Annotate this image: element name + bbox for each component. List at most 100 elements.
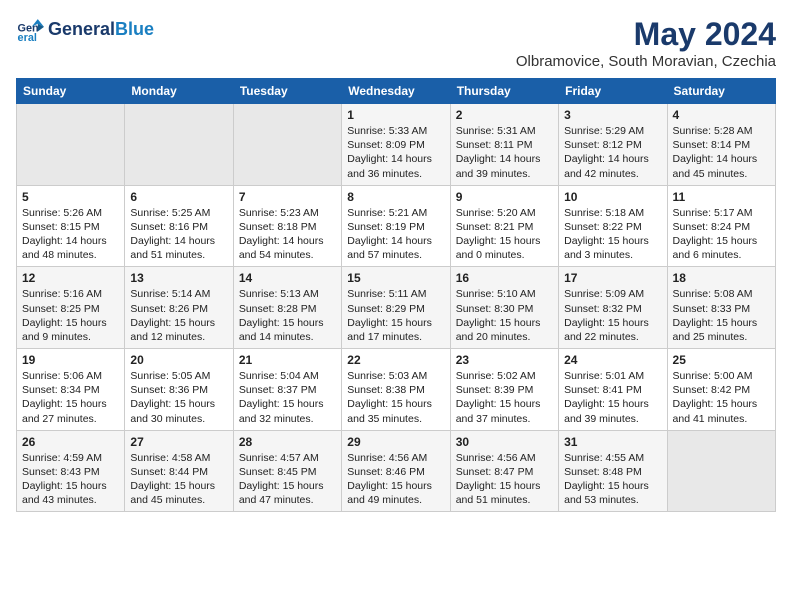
day-cell: 9Sunrise: 5:20 AMSunset: 8:21 PMDaylight… — [450, 185, 558, 267]
day-cell: 22 Sunrise: 5:03 AMSunset: 8:38 PMDayligh… — [342, 349, 450, 431]
week-row-5: 26 Sunrise: 4:59 AMSunset: 8:43 PMDayligh… — [17, 430, 776, 512]
day-info: Sunrise: 4:55 AMSunset: 8:48 PMDaylight:… — [564, 451, 661, 508]
day-info: Sunrise: 5:05 AMSunset: 8:36 PMDaylight:… — [130, 369, 227, 426]
day-number: 28 — [239, 435, 336, 449]
day-cell: 15Sunrise: 5:11 AMSunset: 8:29 PMDayligh… — [342, 267, 450, 349]
title-block: May 2024 Olbramovice, South Moravian, Cz… — [516, 16, 776, 70]
day-number: 29 — [347, 435, 444, 449]
day-number: 5 — [22, 190, 119, 204]
header-saturday: Saturday — [667, 79, 775, 104]
day-cell: 2Sunrise: 5:31 AMSunset: 8:11 PMDaylight… — [450, 104, 558, 186]
day-cell: 29 Sunrise: 4:56 AMSunset: 8:46 PMDayligh… — [342, 430, 450, 512]
day-number: 2 — [456, 108, 553, 122]
location: Olbramovice, South Moravian, Czechia — [516, 53, 776, 70]
day-number: 15 — [347, 271, 444, 285]
day-info: Sunrise: 4:57 AMSunset: 8:45 PMDaylight:… — [239, 451, 336, 508]
day-info: Sunrise: 5:23 AMSunset: 8:18 PMDaylight:… — [239, 206, 336, 263]
day-info: Sunrise: 4:58 AMSunset: 8:44 PMDaylight:… — [130, 451, 227, 508]
day-number: 9 — [456, 190, 553, 204]
day-cell: 19 Sunrise: 5:06 AMSunset: 8:34 PMDayligh… — [17, 349, 125, 431]
day-cell: 16Sunrise: 5:10 AMSunset: 8:30 PMDayligh… — [450, 267, 558, 349]
day-cell: 31 Sunrise: 4:55 AMSunset: 8:48 PMDayligh… — [559, 430, 667, 512]
day-info: Sunrise: 5:26 AMSunset: 8:15 PMDaylight:… — [22, 206, 119, 263]
calendar-table: SundayMondayTuesdayWednesdayThursdayFrid… — [16, 78, 776, 512]
day-number: 17 — [564, 271, 661, 285]
day-cell: 3 Sunrise: 5:29 AMSunset: 8:12 PMDaylight… — [559, 104, 667, 186]
day-info: Sunrise: 5:14 AMSunset: 8:26 PMDaylight:… — [130, 287, 227, 344]
days-header-row: SundayMondayTuesdayWednesdayThursdayFrid… — [17, 79, 776, 104]
day-number: 22 — [347, 353, 444, 367]
day-info: Sunrise: 5:25 AMSunset: 8:16 PMDaylight:… — [130, 206, 227, 263]
day-number: 18 — [673, 271, 770, 285]
day-cell: 6 Sunrise: 5:25 AMSunset: 8:16 PMDaylight… — [125, 185, 233, 267]
header-monday: Monday — [125, 79, 233, 104]
day-cell: 4 Sunrise: 5:28 AMSunset: 8:14 PMDaylight… — [667, 104, 775, 186]
day-info: Sunrise: 5:09 AMSunset: 8:32 PMDaylight:… — [564, 287, 661, 344]
day-cell: 8Sunrise: 5:21 AMSunset: 8:19 PMDaylight… — [342, 185, 450, 267]
day-cell — [17, 104, 125, 186]
day-number: 7 — [239, 190, 336, 204]
day-cell: 5 Sunrise: 5:26 AMSunset: 8:15 PMDaylight… — [17, 185, 125, 267]
day-cell: 30 Sunrise: 4:56 AMSunset: 8:47 PMDayligh… — [450, 430, 558, 512]
day-cell: 14Sunrise: 5:13 AMSunset: 8:28 PMDayligh… — [233, 267, 341, 349]
header-friday: Friday — [559, 79, 667, 104]
day-info: Sunrise: 5:18 AMSunset: 8:22 PMDaylight:… — [564, 206, 661, 263]
day-info: Sunrise: 5:17 AMSunset: 8:24 PMDaylight:… — [673, 206, 770, 263]
day-info: Sunrise: 5:04 AMSunset: 8:37 PMDaylight:… — [239, 369, 336, 426]
logo: Gen eral GeneralBlue — [16, 16, 154, 44]
day-cell: 17 Sunrise: 5:09 AMSunset: 8:32 PMDayligh… — [559, 267, 667, 349]
day-cell: 25 Sunrise: 5:00 AMSunset: 8:42 PMDayligh… — [667, 349, 775, 431]
day-number: 14 — [239, 271, 336, 285]
day-info: Sunrise: 4:56 AMSunset: 8:47 PMDaylight:… — [456, 451, 553, 508]
day-cell: 7 Sunrise: 5:23 AMSunset: 8:18 PMDaylight… — [233, 185, 341, 267]
day-info: Sunrise: 5:33 AMSunset: 8:09 PMDaylight:… — [347, 124, 444, 181]
day-cell: 12Sunrise: 5:16 AMSunset: 8:25 PMDayligh… — [17, 267, 125, 349]
day-cell: 21 Sunrise: 5:04 AMSunset: 8:37 PMDayligh… — [233, 349, 341, 431]
day-number: 26 — [22, 435, 119, 449]
day-number: 4 — [673, 108, 770, 122]
day-number: 6 — [130, 190, 227, 204]
page-header: Gen eral GeneralBlue May 2024 Olbramovic… — [16, 16, 776, 70]
week-row-1: 1 Sunrise: 5:33 AMSunset: 8:09 PMDaylight… — [17, 104, 776, 186]
logo-text-line1: GeneralBlue — [48, 20, 154, 40]
day-number: 31 — [564, 435, 661, 449]
week-row-4: 19 Sunrise: 5:06 AMSunset: 8:34 PMDayligh… — [17, 349, 776, 431]
day-cell: 27 Sunrise: 4:58 AMSunset: 8:44 PMDayligh… — [125, 430, 233, 512]
header-thursday: Thursday — [450, 79, 558, 104]
day-info: Sunrise: 5:16 AMSunset: 8:25 PMDaylight:… — [22, 287, 119, 344]
day-info: Sunrise: 5:03 AMSunset: 8:38 PMDaylight:… — [347, 369, 444, 426]
day-number: 30 — [456, 435, 553, 449]
day-cell — [125, 104, 233, 186]
day-number: 27 — [130, 435, 227, 449]
day-number: 13 — [130, 271, 227, 285]
day-number: 20 — [130, 353, 227, 367]
day-number: 19 — [22, 353, 119, 367]
logo-blue-text: Blue — [115, 19, 154, 39]
header-sunday: Sunday — [17, 79, 125, 104]
day-cell — [233, 104, 341, 186]
day-number: 25 — [673, 353, 770, 367]
day-number: 10 — [564, 190, 661, 204]
month-year: May 2024 — [516, 16, 776, 53]
day-info: Sunrise: 4:56 AMSunset: 8:46 PMDaylight:… — [347, 451, 444, 508]
day-info: Sunrise: 5:06 AMSunset: 8:34 PMDaylight:… — [22, 369, 119, 426]
day-number: 21 — [239, 353, 336, 367]
day-cell: 28 Sunrise: 4:57 AMSunset: 8:45 PMDayligh… — [233, 430, 341, 512]
day-cell: 23Sunrise: 5:02 AMSunset: 8:39 PMDayligh… — [450, 349, 558, 431]
day-info: Sunrise: 5:00 AMSunset: 8:42 PMDaylight:… — [673, 369, 770, 426]
svg-text:eral: eral — [18, 32, 37, 44]
week-row-3: 12Sunrise: 5:16 AMSunset: 8:25 PMDayligh… — [17, 267, 776, 349]
day-cell: 20 Sunrise: 5:05 AMSunset: 8:36 PMDayligh… — [125, 349, 233, 431]
header-tuesday: Tuesday — [233, 79, 341, 104]
day-number: 11 — [673, 190, 770, 204]
day-cell: 24Sunrise: 5:01 AMSunset: 8:41 PMDayligh… — [559, 349, 667, 431]
day-info: Sunrise: 5:29 AMSunset: 8:12 PMDaylight:… — [564, 124, 661, 181]
day-info: Sunrise: 5:28 AMSunset: 8:14 PMDaylight:… — [673, 124, 770, 181]
day-number: 3 — [564, 108, 661, 122]
week-row-2: 5 Sunrise: 5:26 AMSunset: 8:15 PMDaylight… — [17, 185, 776, 267]
day-cell: 11 Sunrise: 5:17 AMSunset: 8:24 PMDayligh… — [667, 185, 775, 267]
day-number: 1 — [347, 108, 444, 122]
day-number: 16 — [456, 271, 553, 285]
day-info: Sunrise: 4:59 AMSunset: 8:43 PMDaylight:… — [22, 451, 119, 508]
day-info: Sunrise: 5:01 AMSunset: 8:41 PMDaylight:… — [564, 369, 661, 426]
